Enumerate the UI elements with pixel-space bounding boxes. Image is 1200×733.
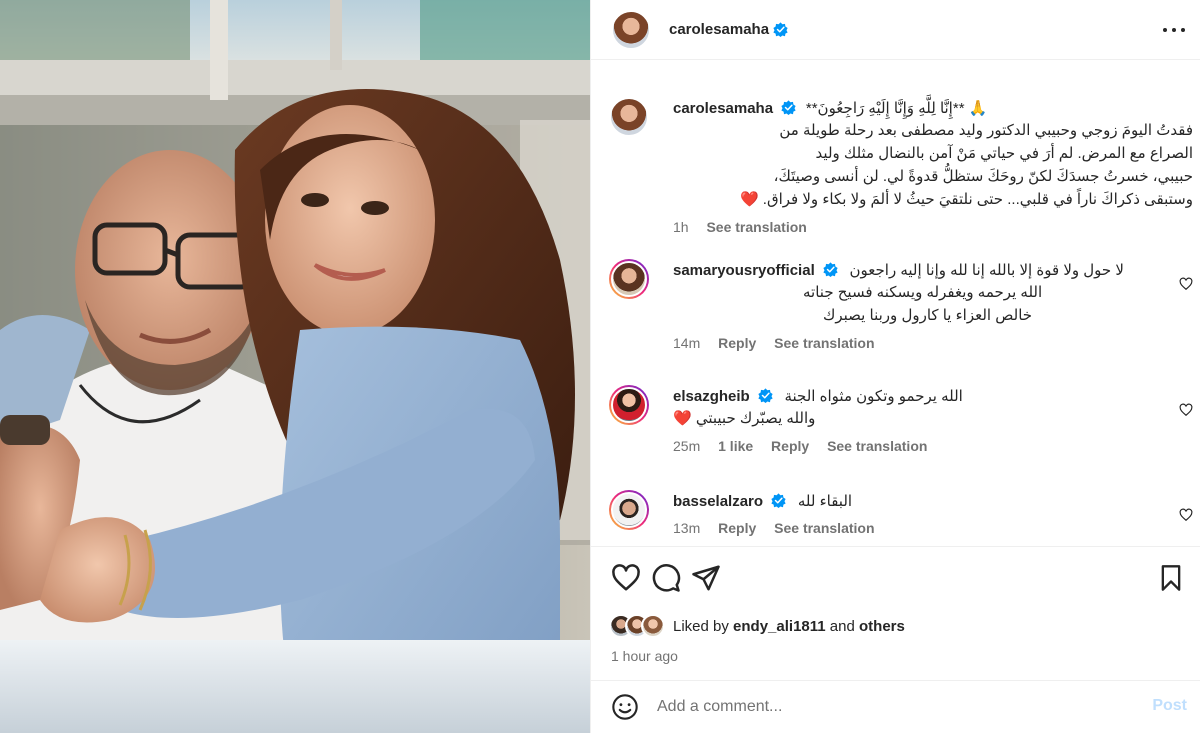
caption-line: حبيبي، خسرتُ جسدَكَ لكنّ روحَكَ ستظلُّ ق… <box>773 168 1193 185</box>
author-username[interactable]: carolesamaha <box>669 21 769 38</box>
caption-time: 1h <box>673 219 689 235</box>
comment-body: elsazgheib الله يرحمو وتكون مثواه الجنة … <box>673 385 1173 454</box>
smiley-icon[interactable] <box>611 693 639 721</box>
author-avatar[interactable] <box>611 9 651 50</box>
caption-line: الصراع مع المرض. لم أرَ في حياتي مَنْ آم… <box>815 145 1193 162</box>
heart-outline-icon[interactable] <box>611 563 641 593</box>
post-sidebar: carolesamaha carolesamaha **إِنَّا لِلَّ… <box>590 0 1200 733</box>
liked-by-prefix: Liked by <box>673 617 729 635</box>
liked-by-others-link[interactable]: others <box>859 618 905 635</box>
see-translation-link[interactable]: See translation <box>827 438 927 454</box>
comment-input[interactable] <box>657 693 1127 721</box>
liked-by-summary: Liked by endy_ali1811 and others <box>609 613 905 639</box>
caption-line: وستبقى ذكراكَ ناراً في قلبي... حتى نلتقي… <box>739 191 1193 208</box>
bookmark-icon[interactable] <box>1157 563 1185 593</box>
liker-avatar[interactable] <box>641 614 665 638</box>
comment-bubble-icon[interactable] <box>651 563 681 593</box>
post-photo-illustration <box>0 0 590 733</box>
liked-by-and: and <box>829 617 855 635</box>
comment-body: samaryousryofficial لا حول ولا قوة إلا ب… <box>673 259 1173 351</box>
comment-username[interactable]: basselalzaro <box>673 493 763 510</box>
caption-body: carolesamaha **إِنَّا لِلَّهِ وَإِنَّا إ… <box>673 97 1193 235</box>
comment-text: البقاء لله <box>797 493 853 510</box>
comment-time: 14m <box>673 335 701 351</box>
see-translation-link[interactable]: See translation <box>774 520 874 536</box>
comment-header-line: samaryousryofficial لا حول ولا قوة إلا ب… <box>673 259 1173 281</box>
post-header: carolesamaha <box>591 0 1200 60</box>
verified-badge-icon <box>757 388 773 403</box>
comment-like-heart-icon[interactable] <box>1179 277 1193 291</box>
comment-time: 13m <box>673 520 701 536</box>
post-actions: Liked by endy_ali1811 and others 1 hour … <box>591 546 1200 666</box>
instagram-post-view: carolesamaha carolesamaha **إِنَّا لِلَّ… <box>0 0 1200 733</box>
comment-username[interactable]: samaryousryofficial <box>673 262 815 279</box>
commenter-avatar[interactable] <box>609 385 649 425</box>
caption-avatar[interactable] <box>609 97 649 137</box>
caption-username[interactable]: carolesamaha <box>673 100 773 117</box>
comment-header-line: basselalzaro البقاء لله <box>673 490 1173 512</box>
comment-time: 25m <box>673 438 701 454</box>
post-comment-button[interactable]: Post <box>1152 697 1187 715</box>
comment-like-heart-icon[interactable] <box>1179 508 1193 522</box>
comment-meta: 25m 1 like Reply See translation <box>673 438 1173 454</box>
reply-button[interactable]: Reply <box>718 520 756 536</box>
more-horizontal-icon[interactable] <box>1163 20 1185 40</box>
liked-by-text: Liked by endy_ali1811 and others <box>673 618 905 635</box>
paper-plane-icon[interactable] <box>691 563 721 593</box>
comment-like-heart-icon[interactable] <box>1179 403 1193 417</box>
comment-text: لا حول ولا قوة إلا بالله إنا لله وإنا إل… <box>849 262 1124 279</box>
reply-button[interactable]: Reply <box>718 335 756 351</box>
caption-header-line: carolesamaha **إِنَّا لِلَّهِ وَإِنَّا إ… <box>673 97 1193 119</box>
post-photo[interactable] <box>0 0 590 733</box>
comment-meta: 13m Reply See translation <box>673 520 1173 536</box>
post-timestamp[interactable]: 1 hour ago <box>611 648 678 664</box>
comment-header-line: elsazgheib الله يرحمو وتكون مثواه الجنة <box>673 385 1173 407</box>
commenter-avatar[interactable] <box>609 259 649 299</box>
comment-meta: 14m Reply See translation <box>673 335 1173 351</box>
verified-badge-icon <box>781 100 796 115</box>
add-comment-bar: Post <box>591 680 1200 733</box>
comment-text: خالص العزاء يا كارول وربنا يصبرك <box>823 307 1033 324</box>
caption-meta: 1h See translation <box>673 219 1193 235</box>
liked-by-user-link[interactable]: endy_ali1811 <box>733 618 826 635</box>
comment-body: basselalzaro البقاء لله 13m Reply See tr… <box>673 490 1173 536</box>
comments-list[interactable]: carolesamaha **إِنَّا لِلَّهِ وَإِنَّا إ… <box>591 61 1200 546</box>
see-translation-link[interactable]: See translation <box>774 335 874 351</box>
verified-badge-icon <box>773 22 788 37</box>
comment-likes-count[interactable]: 1 like <box>718 438 753 454</box>
verified-badge-icon <box>823 262 838 277</box>
comment-text: والله يصبّرك حبيبتي ❤️ <box>673 410 816 427</box>
comment-username[interactable]: elsazgheib <box>673 388 750 405</box>
commenter-avatar[interactable] <box>609 490 649 530</box>
see-translation-link[interactable]: See translation <box>706 219 806 235</box>
caption-line: فقدتُ اليومَ زوجي وحبيبي الدكتور وليد مص… <box>779 122 1193 139</box>
comment-text: الله يرحمه ويغفرله ويسكنه فسيح جناته <box>803 284 1043 301</box>
reply-button[interactable]: Reply <box>771 438 809 454</box>
caption-title: **إِنَّا لِلَّهِ وَإِنَّا إِلَيْهِ رَاجِ… <box>805 100 988 117</box>
verified-badge-icon <box>771 493 786 508</box>
comment-text: الله يرحمو وتكون مثواه الجنة <box>784 388 963 405</box>
